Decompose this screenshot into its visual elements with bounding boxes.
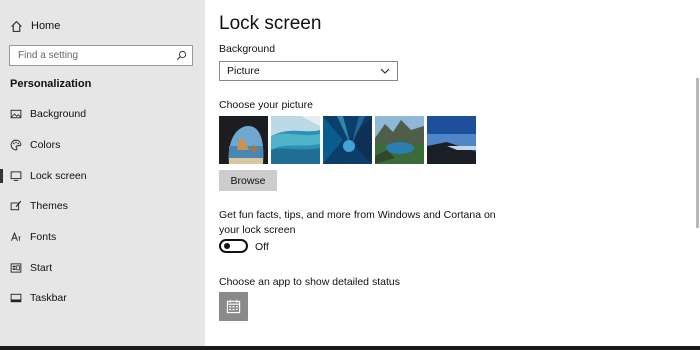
fun-facts-text: Get fun facts, tips, and more from Windo… — [219, 209, 496, 236]
sidebar-item-fonts[interactable]: Fonts — [0, 227, 205, 247]
sidebar-item-label: Start — [30, 262, 53, 274]
background-dropdown[interactable]: Picture — [219, 61, 398, 81]
search-icon — [176, 50, 187, 61]
picture-thumbnail-4[interactable] — [375, 116, 424, 164]
sidebar-item-start[interactable]: Start — [0, 258, 205, 278]
sidebar-item-taskbar[interactable]: Taskbar — [0, 288, 205, 308]
taskbar-icon — [10, 293, 22, 303]
cave-beach-image — [219, 116, 268, 164]
background-label: Background — [219, 43, 276, 55]
sidebar-item-label: Themes — [30, 200, 68, 212]
underwater-image — [323, 116, 372, 164]
detailed-status-label: Choose an app to show detailed status — [219, 276, 400, 288]
sidebar-item-colors[interactable]: Colors — [0, 135, 205, 155]
sidebar-item-themes[interactable]: Themes — [0, 196, 205, 216]
font-icon — [11, 231, 21, 241]
toggle-knob — [224, 243, 230, 249]
monitor-icon — [10, 171, 22, 181]
chevron-down-icon — [380, 68, 390, 74]
picture-thumbnails — [219, 116, 476, 164]
sidebar-item-label: Background — [30, 108, 87, 120]
picture-thumbnail-3[interactable] — [323, 116, 372, 164]
picture-thumbnail-2[interactable] — [271, 116, 320, 164]
calendar-icon — [226, 299, 241, 314]
brush-icon — [10, 200, 22, 211]
toggle-state-label: Off — [255, 241, 269, 253]
sidebar-item-background[interactable]: Background — [0, 104, 205, 124]
section-title: Personalization — [10, 78, 92, 90]
browse-button[interactable]: Browse — [219, 170, 277, 191]
background-dropdown-value: Picture — [227, 65, 260, 77]
sidebar-item-label: Fonts — [30, 231, 57, 243]
picture-thumbnail-5[interactable] — [427, 116, 476, 164]
picture-thumbnail-1[interactable] — [219, 116, 268, 164]
palette-icon — [10, 139, 22, 151]
coast-aerial-image — [271, 116, 320, 164]
sidebar-item-label: Taskbar — [30, 292, 67, 304]
mountain-lake-image — [375, 116, 424, 164]
taskbar-strip — [0, 346, 700, 350]
sidebar-item-label: Lock screen — [30, 170, 87, 182]
home-icon — [11, 20, 22, 32]
choose-picture-label: Choose your picture — [219, 99, 313, 111]
home-label: Home — [31, 20, 61, 32]
start-icon — [10, 263, 22, 273]
search-input[interactable]: Find a setting — [9, 45, 193, 66]
sidebar-item-lock-screen[interactable]: Lock screen — [0, 166, 205, 186]
fun-facts-toggle[interactable] — [219, 239, 248, 253]
sidebar-item-label: Colors — [30, 139, 61, 151]
main-content: Lock screen Background Picture Choose yo… — [205, 0, 700, 346]
search-placeholder: Find a setting — [18, 50, 79, 61]
cliff-sky-image — [427, 116, 476, 164]
scrollbar[interactable] — [696, 78, 699, 228]
page-title: Lock screen — [219, 13, 322, 34]
detailed-status-app-button[interactable] — [219, 292, 248, 321]
sidebar: Home Find a setting Personalization Back… — [0, 0, 205, 346]
picture-icon — [10, 109, 22, 119]
home-link[interactable]: Home — [10, 17, 60, 35]
